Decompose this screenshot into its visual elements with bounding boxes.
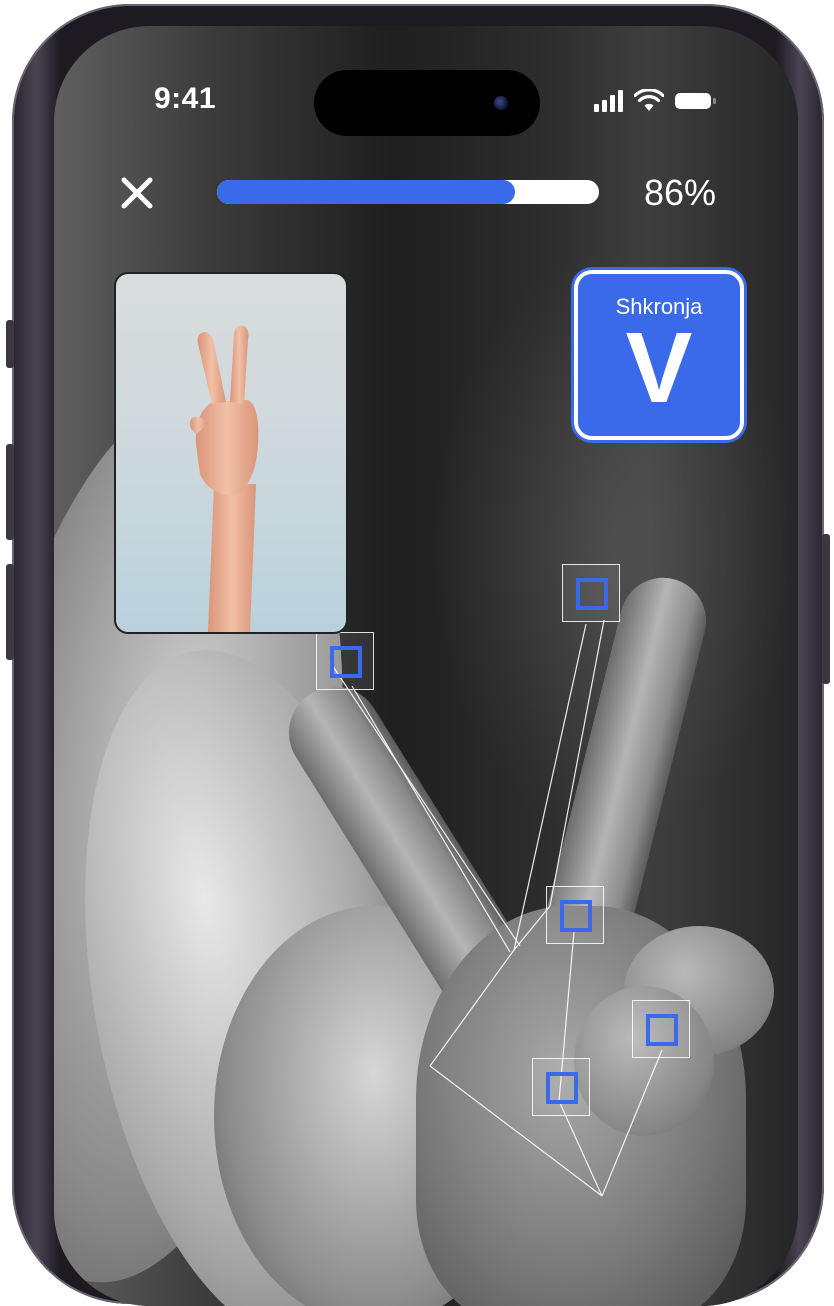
- keypoint-middle-tip: [562, 564, 620, 622]
- lesson-progress-bar: [217, 180, 599, 204]
- status-icons: [594, 86, 718, 116]
- app-screen: 9:41 86% Shkronja V: [54, 26, 798, 1306]
- keypoint-palm: [532, 1058, 590, 1116]
- phone-frame: 9:41 86% Shkronja V: [6, 4, 830, 1306]
- keypoint-marker: [546, 1072, 578, 1104]
- keypoint-index-tip: [316, 632, 374, 690]
- progress-percent: 86%: [644, 172, 717, 213]
- progress-fill: [217, 180, 515, 204]
- volume-up-button: [6, 444, 14, 540]
- keypoint-marker: [576, 578, 608, 610]
- volume-down-button: [6, 564, 14, 660]
- action-button: [6, 320, 14, 368]
- status-time: 9:41: [154, 82, 217, 115]
- letter-value: V: [625, 312, 693, 424]
- battery-icon: [675, 93, 716, 109]
- dynamic-island: [314, 70, 540, 136]
- keypoint-marker: [330, 646, 362, 678]
- close-icon[interactable]: [112, 168, 162, 218]
- wifi-icon: [634, 89, 664, 111]
- front-camera-icon: [494, 96, 508, 110]
- reference-sign-image: [114, 272, 348, 634]
- power-button: [822, 534, 830, 684]
- keypoint-finger-base: [546, 886, 604, 944]
- camera-feed: [54, 26, 798, 1306]
- keypoint-marker: [560, 900, 592, 932]
- cellular-signal-icon: [594, 90, 623, 112]
- keypoint-marker: [646, 1014, 678, 1046]
- hand-v-sign-illustration: [189, 325, 259, 632]
- target-letter-badge[interactable]: Shkronja V: [574, 270, 744, 440]
- keypoint-ring-knuckle: [632, 1000, 690, 1058]
